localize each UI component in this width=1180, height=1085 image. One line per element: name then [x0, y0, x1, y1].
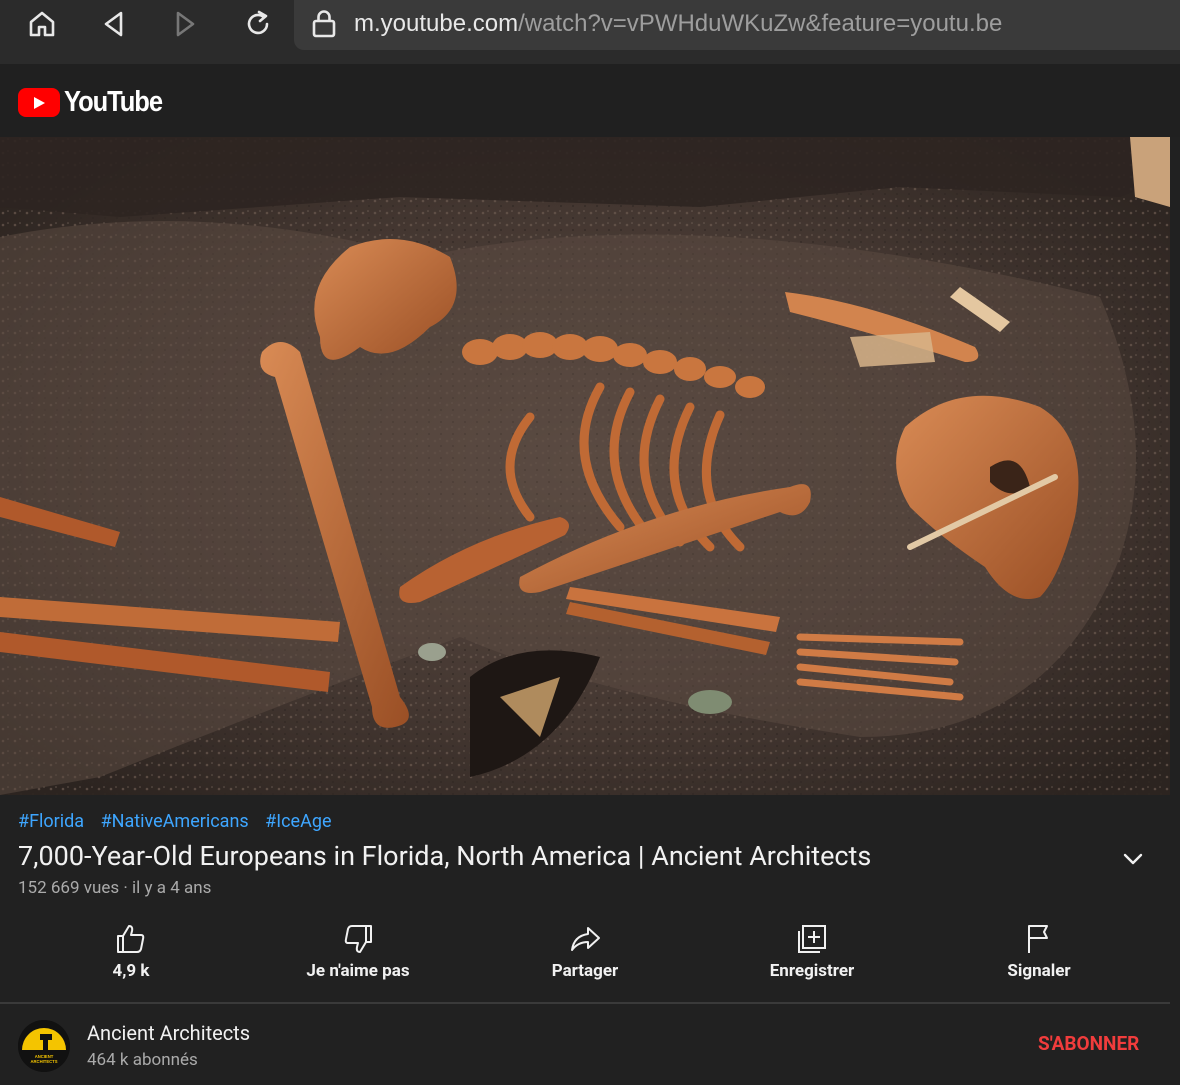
like-button[interactable]: 4,9 k	[21, 916, 241, 1002]
report-button[interactable]: Signaler	[929, 916, 1149, 1002]
video-thumbnail	[0, 137, 1170, 795]
chevron-down-icon	[1123, 853, 1143, 865]
reload-icon	[247, 10, 269, 35]
share-icon	[571, 927, 600, 951]
thumbs-down-icon	[344, 925, 372, 953]
subscribe-button[interactable]: S'ABONNER	[1030, 1030, 1147, 1057]
svg-text:ARCHITECTS: ARCHITECTS	[31, 1059, 58, 1064]
subscriber-count: 464 k abonnés	[87, 1050, 198, 1070]
hashtags: #Florida #NativeAmericans #IceAge	[18, 811, 344, 832]
youtube-header: YouTube	[0, 64, 1180, 137]
hashtag-link[interactable]: #Florida	[18, 811, 84, 832]
save-button[interactable]: Enregistrer	[702, 916, 922, 1002]
url-host: m.youtube.com	[354, 10, 519, 37]
forward-icon	[176, 11, 195, 37]
dislike-button[interactable]: Je n'aime pas	[248, 916, 468, 1002]
back-button[interactable]	[90, 4, 138, 44]
address-bar[interactable]: m.youtube.com/watch?v=vPWHduWKuZw&featur…	[294, 0, 1180, 50]
divider	[0, 1002, 1170, 1004]
video-title[interactable]: 7,000-Year-Old Europeans in Florida, Nor…	[18, 838, 871, 874]
home-button[interactable]	[18, 4, 66, 44]
channel-avatar[interactable]: ANCIENT ARCHITECTS	[18, 1020, 70, 1072]
back-icon	[104, 11, 123, 37]
flag-icon	[1028, 925, 1048, 953]
thumbs-up-icon	[117, 925, 145, 953]
lock-icon	[312, 10, 336, 38]
add-to-playlist-icon	[798, 925, 826, 953]
youtube-play-icon	[18, 88, 60, 117]
video-meta: 152 669 vues · il y a 4 ans	[18, 878, 212, 898]
like-count: 4,9 k	[112, 961, 150, 981]
reload-button[interactable]	[234, 4, 282, 44]
forward-button[interactable]	[161, 4, 209, 44]
youtube-logo[interactable]: YouTube	[18, 86, 175, 119]
url-path: /watch?v=vPWHduWKuZw&feature=youtu.be	[518, 10, 1003, 37]
youtube-logo-text: YouTube	[64, 86, 163, 118]
save-label: Enregistrer	[769, 961, 855, 981]
hashtag-link[interactable]: #NativeAmericans	[101, 811, 249, 832]
hashtag-link[interactable]: #IceAge	[265, 811, 331, 832]
dislike-label: Je n'aime pas	[306, 961, 410, 981]
expand-description-button[interactable]	[1116, 842, 1150, 876]
share-label: Partager	[551, 961, 619, 981]
channel-logo: ANCIENT ARCHITECTS	[18, 1020, 70, 1072]
home-icon	[29, 11, 55, 37]
video-player[interactable]	[0, 137, 1170, 795]
share-button[interactable]: Partager	[475, 916, 695, 1002]
browser-toolbar: m.youtube.com/watch?v=vPWHduWKuZw&featur…	[0, 0, 1180, 64]
channel-name[interactable]: Ancient Architects	[87, 1021, 250, 1045]
report-label: Signaler	[1007, 961, 1071, 981]
action-bar: 4,9 k Je n'aime pas Partager Enregistrer…	[0, 916, 1170, 1002]
url-text: m.youtube.com/watch?v=vPWHduWKuZw&featur…	[354, 9, 1002, 39]
